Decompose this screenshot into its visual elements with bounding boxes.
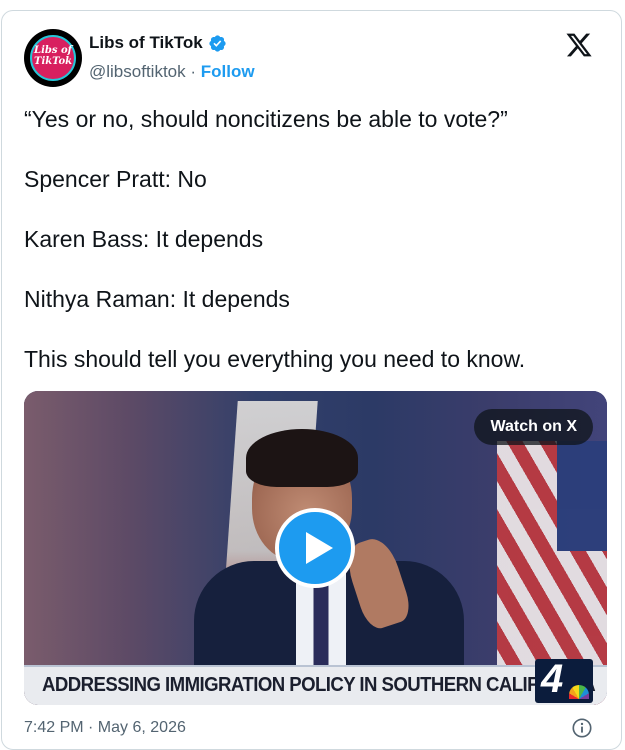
chyron-headline: ADDRESSING IMMIGRATION POLICY IN SOUTHER… [42, 674, 596, 696]
video-thumbnail-speaker-hair [246, 429, 358, 487]
handle-separator: · [190, 62, 197, 81]
video-thumbnail-flag-canton [557, 441, 607, 551]
watch-on-x-button[interactable]: Watch on X [474, 409, 593, 445]
verified-badge-icon[interactable] [208, 34, 227, 53]
avatar[interactable]: Libs of TikTok [24, 29, 82, 87]
peacock-icon [569, 685, 589, 699]
channel-logo: 4 [535, 657, 593, 703]
tweet-paragraph: This should tell you everything you need… [24, 346, 526, 372]
video-player[interactable]: Watch on X ADDRESSING IMMIGRATION POLICY… [24, 391, 607, 705]
tweet-footer: 7:42 PM · May 6, 2026 [24, 717, 601, 741]
avatar-logo-text: Libs of TikTok [34, 45, 73, 67]
info-icon[interactable] [571, 717, 593, 739]
tweet-paragraph: Karen Bass: It depends [24, 226, 264, 252]
tweet-timestamp[interactable]: 7:42 PM · May 6, 2026 [24, 719, 186, 737]
x-logo-icon[interactable] [565, 31, 593, 59]
tweet-paragraph: Nithya Raman: It depends [24, 286, 290, 312]
author-handle-row: @libsoftiktok · Follow [89, 62, 255, 82]
follow-button[interactable]: Follow [201, 62, 255, 81]
tweet-text: “Yes or no, should noncitizens be able t… [24, 104, 601, 404]
channel-logo-number: 4 [541, 657, 564, 701]
author-display-name[interactable]: Libs of TikTok [89, 33, 203, 53]
tweet-card: Libs of TikTok Libs of TikTok @libsoftik… [1, 10, 622, 750]
tweet-paragraph: Spencer Pratt: No [24, 166, 207, 192]
play-icon [306, 532, 333, 564]
author-handle[interactable]: @libsoftiktok [89, 62, 186, 81]
play-button[interactable] [275, 508, 355, 588]
tweet-paragraph: “Yes or no, should noncitizens be able t… [24, 106, 508, 132]
news-chyron: ADDRESSING IMMIGRATION POLICY IN SOUTHER… [24, 665, 607, 705]
tweet-header: Libs of TikTok Libs of TikTok @libsoftik… [24, 29, 601, 89]
author-name-row: Libs of TikTok [89, 33, 227, 53]
